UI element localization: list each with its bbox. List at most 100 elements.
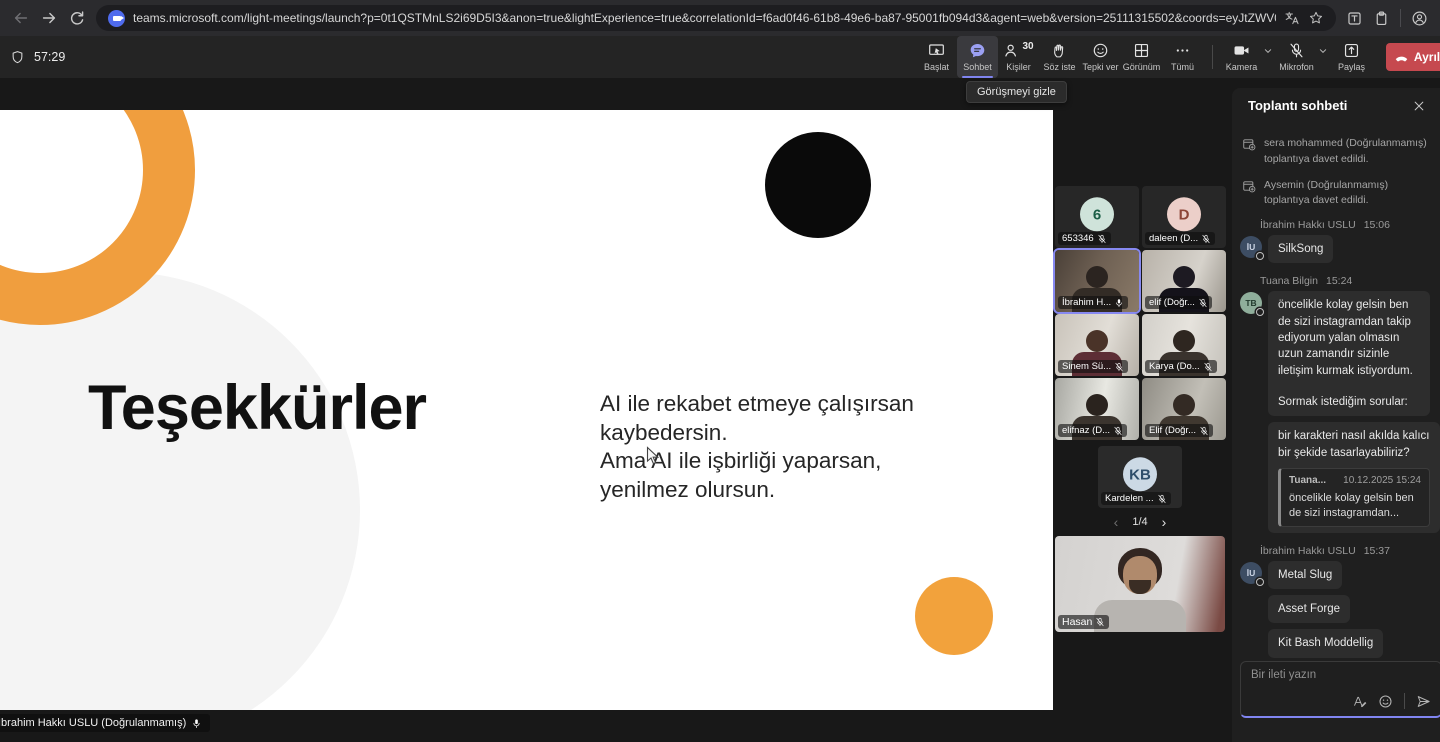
people-icon: [1003, 42, 1020, 59]
message-bubble: öncelikle kolay gelsin ben de sizi insta…: [1268, 291, 1430, 416]
profile-icon[interactable]: [1411, 10, 1428, 27]
avatar: İU: [1240, 236, 1262, 258]
clipboard-extension-icon[interactable]: [1373, 10, 1390, 27]
view-button[interactable]: Görünüm: [1121, 36, 1162, 78]
chat-title: Toplantı sohbeti: [1248, 98, 1347, 113]
back-icon[interactable]: [12, 9, 30, 27]
chat-button[interactable]: Sohbet: [957, 36, 998, 78]
chat-message: bir karakteri nasıl akılda kalıcı bir şe…: [1268, 422, 1430, 533]
message-bubble: SilkSong: [1268, 235, 1333, 263]
avatar: KB: [1123, 457, 1157, 491]
react-button[interactable]: Tepki ver: [1080, 36, 1121, 78]
message-meta: Tuana Bilgin15:24: [1260, 275, 1430, 287]
send-icon[interactable]: [1416, 694, 1431, 709]
mic-muted-icon: [1198, 298, 1208, 308]
microphone-chevron-icon[interactable]: [1317, 45, 1329, 57]
mic-muted-icon: [1113, 426, 1123, 436]
microphone-button[interactable]: Mikrofon: [1276, 36, 1317, 78]
camera-button[interactable]: Kamera: [1221, 36, 1262, 78]
camera-chevron-icon[interactable]: [1262, 45, 1274, 57]
slide-black-circle: [765, 132, 871, 238]
raised-hand-icon: [1051, 42, 1068, 59]
teams-favicon: [108, 10, 125, 27]
more-button[interactable]: Tümü: [1162, 36, 1203, 78]
participant-name-tag: elifnaz (D...: [1058, 424, 1127, 437]
forward-icon[interactable]: [40, 9, 58, 27]
shared-presentation-slide: Teşekkürler AI ile rekabet etmeye çalışı…: [0, 110, 1053, 710]
shield-icon: [10, 50, 25, 65]
avatar: D: [1167, 197, 1201, 231]
mic-muted-icon: [1157, 494, 1167, 504]
message-bubble: bir karakteri nasıl akılda kalıcı bir şe…: [1268, 422, 1440, 533]
grid-view-icon: [1133, 42, 1150, 59]
participant-name-tag: Kardelen ...: [1101, 492, 1171, 505]
meeting-toolbar: 57:29 Başlat Sohbet 30 Kişiler Söz iste …: [0, 36, 1440, 78]
meeting-actions: Başlat Sohbet 30 Kişiler Söz iste Tepki …: [916, 36, 1203, 78]
hang-up-icon: [1394, 50, 1409, 65]
avatar: İU: [1240, 562, 1262, 584]
mic-muted-icon: [1097, 234, 1107, 244]
emoji-icon[interactable]: [1378, 694, 1393, 709]
toolbar-divider: [1400, 9, 1401, 27]
participant-tile[interactable]: Sinem Sü...: [1055, 314, 1139, 376]
bookmark-star-icon[interactable]: [1308, 10, 1324, 26]
chat-message-list[interactable]: sera mohammed (Doğrulanmamış) toplantıya…: [1232, 124, 1440, 658]
participant-tile[interactable]: elifnaz (D...: [1055, 378, 1139, 440]
chat-bubble-icon: [969, 42, 986, 59]
share-up-icon: [1343, 42, 1360, 59]
avatar: 6: [1080, 197, 1114, 231]
participant-name-tag: 653346: [1058, 232, 1111, 245]
system-message: Aysemin (Doğrulanmamış) toplantıya davet…: [1242, 178, 1430, 210]
mic-muted-icon: [1203, 362, 1213, 372]
participant-name-tag: daleen (D...: [1145, 232, 1215, 245]
device-actions: Kamera Mikrofon Paylaş Ayrıl: [1212, 36, 1440, 78]
address-bar[interactable]: teams.microsoft.com/light-meetings/launc…: [96, 5, 1336, 31]
chat-composer: [1240, 661, 1440, 718]
url-text: teams.microsoft.com/light-meetings/launc…: [133, 11, 1276, 25]
mic-on-icon: [1114, 298, 1124, 308]
translate-icon[interactable]: [1284, 10, 1300, 26]
mic-muted-icon: [1114, 362, 1124, 372]
chat-message: Asset Forge: [1268, 595, 1430, 623]
divider: [1404, 693, 1405, 709]
chat-input[interactable]: [1251, 669, 1431, 681]
participant-tile[interactable]: KB Kardelen ...: [1098, 446, 1182, 508]
message-bubble: Asset Forge: [1268, 595, 1350, 623]
share-button[interactable]: Paylaş: [1331, 36, 1372, 78]
participant-tile[interactable]: 6 653346: [1055, 186, 1139, 248]
mic-muted-icon: [1201, 234, 1211, 244]
mouse-cursor: [646, 446, 660, 466]
chat-message: TB öncelikle kolay gelsin ben de sizi in…: [1240, 291, 1430, 416]
hide-meeting-tooltip: Görüşmeyi gizle: [966, 81, 1067, 103]
people-button[interactable]: 30 Kişiler: [998, 36, 1039, 78]
spotlight-tile[interactable]: Hasan: [1055, 536, 1225, 632]
mic-muted-icon: [1288, 42, 1305, 59]
share-start-button[interactable]: Başlat: [916, 36, 957, 78]
participant-tile[interactable]: D daleen (D...: [1142, 186, 1226, 248]
participant-tile[interactable]: Karya (Do...: [1142, 314, 1226, 376]
reload-icon[interactable]: [68, 9, 86, 27]
quoted-reply: Tuana... 10.12.2025 15:24 öncelikle kola…: [1278, 468, 1430, 527]
mic-on-icon: [191, 718, 202, 729]
slide-title: Teşekkürler: [88, 372, 426, 444]
chat-message: İU SilkSong: [1240, 235, 1430, 263]
browser-chrome: teams.microsoft.com/light-meetings/launc…: [0, 0, 1440, 36]
composer-actions: [1352, 693, 1431, 709]
close-icon[interactable]: [1412, 99, 1426, 113]
extension-icon[interactable]: [1346, 10, 1363, 27]
participant-tile[interactable]: Elif (Doğr...: [1142, 378, 1226, 440]
people-count-badge: 30: [1022, 42, 1033, 52]
gallery-pagination: ‹ 1/4 ›: [1055, 512, 1225, 532]
smiley-icon: [1092, 42, 1109, 59]
participant-tile[interactable]: elif (Doğr...: [1142, 250, 1226, 312]
participant-tile[interactable]: İbrahim H...: [1055, 250, 1139, 312]
message-meta: İbrahim Hakkı USLU15:37: [1260, 545, 1430, 557]
raise-hand-button[interactable]: Söz iste: [1039, 36, 1080, 78]
page-prev-button[interactable]: ‹: [1114, 515, 1119, 529]
calendar-add-icon: [1242, 137, 1256, 151]
page-next-button[interactable]: ›: [1162, 515, 1167, 529]
leave-button[interactable]: Ayrıl: [1386, 43, 1440, 71]
mic-muted-icon: [1199, 426, 1209, 436]
format-icon[interactable]: [1352, 694, 1367, 709]
slide-orange-dot: [915, 577, 993, 655]
